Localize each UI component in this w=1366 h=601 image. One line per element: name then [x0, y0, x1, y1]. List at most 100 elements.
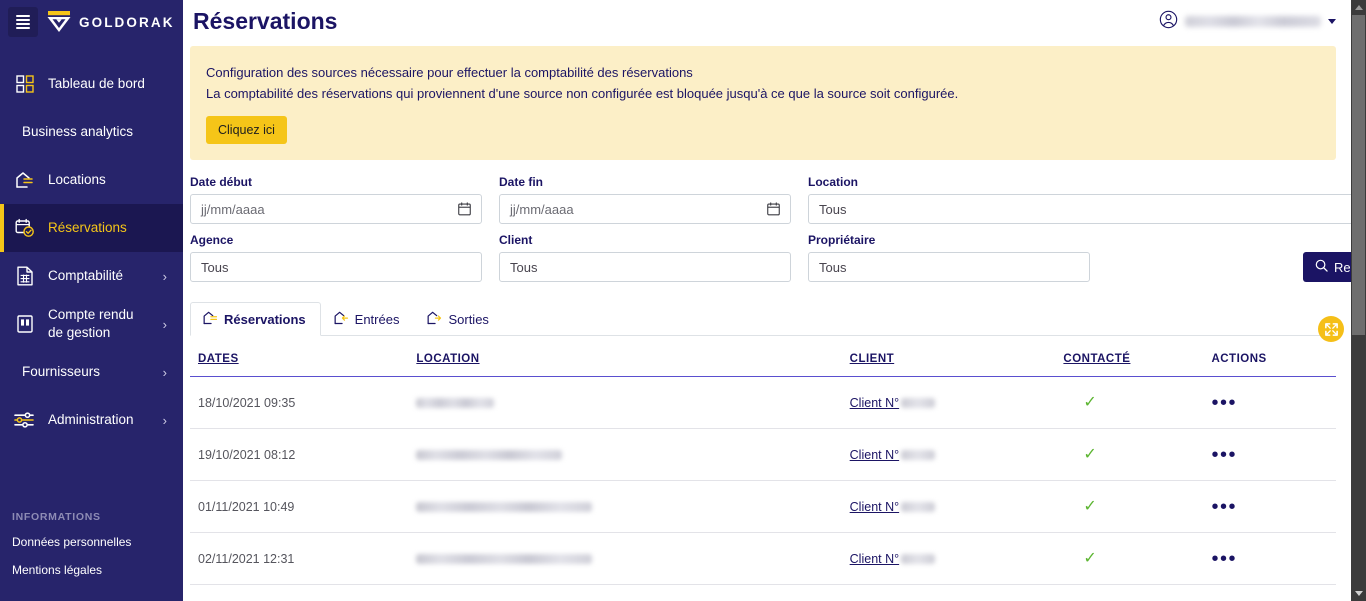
column-header-client[interactable]: CLIENT [849, 336, 1046, 377]
cell-actions[interactable]: ••• [1203, 584, 1336, 590]
cell-dates: 19/10/2021 08:12 [190, 428, 417, 481]
table-row[interactable]: 01/11/2021 10:49 Client N° ✓ ••• [190, 480, 1336, 533]
report-icon [14, 313, 36, 335]
column-label: CLIENT [849, 353, 895, 365]
date-fin-placeholder: jj/mm/aaaa [510, 201, 574, 217]
cell-client[interactable]: Client N° [849, 376, 1046, 429]
table-head: DATES LOCATION CLIENT CONTACTÉ ACTIONS [190, 336, 1336, 377]
sliders-settings-icon [14, 409, 36, 431]
accounting-book-icon [14, 265, 36, 287]
search-icon [1315, 259, 1328, 275]
vertical-page-scrollbar[interactable] [1351, 0, 1366, 601]
calendar-icon[interactable] [458, 202, 471, 216]
client-link[interactable]: Client N° [850, 500, 899, 514]
client-number-redacted [901, 502, 936, 513]
chevron-down-icon[interactable] [1328, 19, 1336, 24]
client-link[interactable]: Client N° [850, 396, 899, 410]
filter-proprietaire: Propriétaire Tous [808, 233, 1090, 282]
client-input[interactable]: Tous [499, 252, 791, 282]
sidebar-item-administration[interactable]: Administration › [0, 396, 183, 444]
cell-actions[interactable]: ••• [1203, 532, 1336, 585]
check-icon: ✓ [1083, 445, 1097, 463]
table-row[interactable]: 18/10/2021 09:35 Client N° ✓ ••• [190, 376, 1336, 429]
agence-label: Agence [190, 233, 234, 247]
proprietaire-value: Tous [819, 259, 847, 275]
hamburger-bars [16, 13, 30, 31]
tab-reservations[interactable]: Réservations [190, 302, 321, 336]
sidebar-item-tableau-de-bord[interactable]: Tableau de bord [0, 60, 183, 108]
cell-actions[interactable]: ••• [1203, 480, 1336, 533]
sidebar-item-compte-rendu-de-gestion[interactable]: Compte rendu de gestion › [0, 300, 183, 348]
proprietaire-input[interactable]: Tous [808, 252, 1090, 282]
actions-menu-icon[interactable]: ••• [1211, 392, 1237, 414]
date-debut-label: Date début [190, 175, 253, 189]
scroll-down-button[interactable] [1351, 586, 1366, 601]
cell-actions[interactable]: ••• [1203, 428, 1336, 481]
hamburger-menu-icon[interactable] [8, 7, 38, 37]
column-header-location[interactable]: LOCATION [416, 336, 850, 377]
tab-sorties[interactable]: Sorties [414, 302, 503, 336]
cell-client[interactable]: Client N° [849, 532, 1046, 585]
agence-value: Tous [201, 259, 229, 275]
sidebar-item-fournisseurs[interactable]: Fournisseurs › [0, 348, 183, 396]
actions-menu-icon[interactable]: ••• [1211, 548, 1237, 570]
cell-client[interactable]: Client N° [849, 428, 1046, 481]
user-menu[interactable] [1159, 10, 1336, 34]
location-value: Tous [819, 201, 847, 217]
tabs-container: Réservations Entrées Sorties [190, 302, 1336, 336]
cell-contacte: ✓ [1045, 584, 1204, 590]
actions-menu-icon[interactable]: ••• [1211, 444, 1237, 466]
page-scrollbar-thumb[interactable] [1352, 15, 1365, 335]
column-label: CONTACTÉ [1063, 353, 1131, 365]
sidebar-item-business-analytics[interactable]: Business analytics [0, 108, 183, 156]
date-fin-input[interactable]: jj/mm/aaaa [499, 194, 791, 224]
client-link[interactable]: Client N° [850, 448, 899, 462]
date-debut-input[interactable]: jj/mm/aaaa [190, 194, 482, 224]
calendar-check-icon [14, 217, 36, 239]
table-row[interactable]: 02/11/2021 12:31 Client N° ✓ ••• [190, 532, 1336, 585]
expand-fullscreen-icon[interactable] [1318, 316, 1344, 342]
column-label: DATES [198, 353, 239, 365]
sidebar-item-comptabilite[interactable]: Comptabilité › [0, 252, 183, 300]
client-link[interactable]: Client N° [850, 552, 899, 566]
scroll-up-button[interactable] [1351, 0, 1366, 15]
brand-logo[interactable]: GOLDORAK [46, 10, 175, 34]
filter-agence: Agence Tous [190, 233, 482, 282]
cell-dates: 01/11/2021 10:49 [190, 480, 417, 533]
check-icon: ✓ [1083, 549, 1097, 567]
app-root: GOLDORAK Tableau de bord Business analyt… [0, 0, 1366, 601]
location-input[interactable]: Tous [808, 194, 1366, 224]
column-label: ACTIONS [1211, 353, 1267, 365]
column-header-actions: ACTIONS [1203, 336, 1336, 377]
cell-contacte: ✓ [1045, 376, 1204, 429]
sidebar-link-mentions-legales[interactable]: Mentions légales [12, 563, 171, 577]
sidebar-link-donnees-personnelles[interactable]: Données personnelles [12, 535, 171, 549]
column-header-contacte[interactable]: CONTACTÉ [1045, 336, 1204, 377]
sidebar-item-label: Business analytics [22, 124, 134, 140]
cell-actions[interactable]: ••• [1203, 376, 1336, 429]
cell-client[interactable]: Client N° [849, 480, 1046, 533]
chevron-right-icon: › [162, 316, 167, 332]
main-content: Réservations Configuration des sources n… [183, 0, 1366, 601]
sidebar-item-locations[interactable]: Locations [0, 156, 183, 204]
sidebar-item-label: Compte rendu de gestion [48, 307, 134, 340]
calendar-icon[interactable] [767, 202, 780, 216]
reservations-table: DATES LOCATION CLIENT CONTACTÉ ACTIONS 1… [190, 336, 1336, 590]
cell-location [416, 480, 850, 533]
sidebar-item-reservations[interactable]: Réservations [0, 204, 183, 252]
user-name-redacted [1185, 16, 1321, 27]
column-header-dates[interactable]: DATES [190, 336, 417, 377]
actions-menu-icon[interactable]: ••• [1211, 496, 1237, 518]
chevron-right-icon: › [162, 412, 167, 428]
cell-client[interactable]: Client N° [849, 584, 1046, 590]
reservations-table-container: DATES LOCATION CLIENT CONTACTÉ ACTIONS 1… [190, 336, 1336, 590]
tab-entrees[interactable]: Entrées [321, 302, 415, 336]
house-arrow-in-icon [334, 311, 349, 328]
cliquez-ici-button[interactable]: Cliquez ici [206, 116, 287, 144]
chevron-right-icon: › [162, 364, 167, 380]
dashboard-grid-icon [14, 73, 36, 95]
table-row[interactable]: 04/11/2021 17:16 Client N° ✓ ••• [190, 584, 1336, 590]
alert-line-2: La comptabilité des réservations qui pro… [206, 86, 959, 101]
table-row[interactable]: 19/10/2021 08:12 Client N° ✓ ••• [190, 428, 1336, 481]
agence-input[interactable]: Tous [190, 252, 482, 282]
